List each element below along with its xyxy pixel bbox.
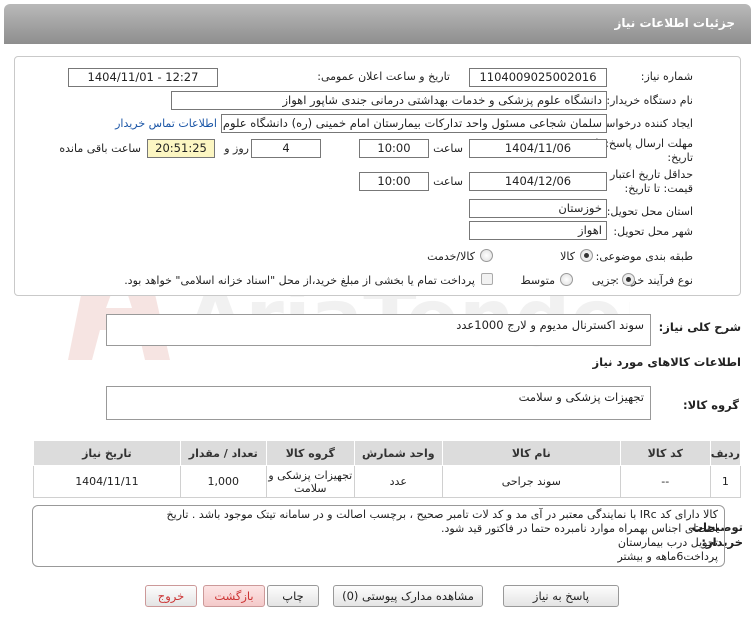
buyer-contact-link[interactable]: اطلاعات تماس خریدار (115, 117, 217, 130)
back-button[interactable]: بازگشت (203, 585, 265, 607)
treasury-payment-checkbox[interactable] (481, 273, 493, 285)
buyer-notes-line: پرداخت6ماهه و بیشتر (617, 550, 718, 563)
cell-need-date: 1404/11/11 (33, 465, 181, 498)
table-row[interactable]: 1 -- سوند جراحی عدد تجهیزات پزشکی و سلام… (33, 465, 742, 498)
category-label: طبقه بندی موضوعی: (595, 250, 693, 263)
buyer-notes-field[interactable]: کالا دارای کد IRc با نمایندگی معتبر در آ… (32, 505, 725, 567)
cell-item-group: تجهیزات پزشکی و سلامت (265, 465, 355, 498)
validity-date-field[interactable]: 1404/12/06 (469, 172, 607, 191)
goods-table-header: ردیف کد کالا نام کالا واحد شمارش گروه کا… (33, 440, 742, 466)
buyer-notes-line: انقضای اجناس بهمراه موارد نامبرده حتما د… (440, 522, 718, 535)
time-remaining-field: 20:51:25 (147, 139, 215, 158)
time-remaining-label: ساعت باقی مانده (59, 142, 141, 155)
need-number-field[interactable]: 1104009025002016 (469, 68, 607, 87)
col-quantity: تعداد / مقدار (179, 440, 267, 466)
deadline-time-label: ساعت (433, 142, 463, 155)
category-option-goods: کالا (560, 250, 575, 263)
days-label: روز و (224, 142, 249, 155)
title-bar: جزئیات اطلاعات نیاز (4, 4, 751, 44)
goods-group-label: گروه کالا: (683, 398, 739, 412)
category-option-goods-service: کالا/خدمت (427, 250, 475, 263)
deadline-date-field[interactable]: 1404/11/06 (469, 139, 607, 158)
summary-field[interactable]: سوند اکسترنال مدیوم و لارج 1000عدد (106, 314, 651, 346)
city-label: شهر محل تحویل: (613, 225, 693, 238)
col-need-date: تاریخ نیاز (33, 440, 181, 466)
days-remaining-field[interactable]: 4 (251, 139, 321, 158)
buyer-name-label: نام دستگاه خریدار: (606, 94, 693, 107)
buyer-notes-line: کالا دارای کد IRc با نمایندگی معتبر در آ… (166, 508, 718, 521)
province-label: استان محل تحویل: (606, 205, 693, 218)
process-option-medium: متوسط (520, 274, 555, 287)
process-radio-minor[interactable] (622, 273, 635, 286)
buyer-notes-line: تحویل درب بیمارستان (617, 536, 718, 549)
validity-time-label: ساعت (433, 175, 463, 188)
cell-unit: عدد (353, 465, 443, 498)
col-unit: واحد شمارش (353, 440, 443, 466)
reply-to-need-button[interactable]: پاسخ به نیاز (503, 585, 619, 607)
process-radio-medium[interactable] (560, 273, 573, 286)
cell-quantity: 1,000 (179, 465, 267, 498)
need-number-label: شماره نیاز: (640, 70, 693, 83)
deadline-time-field[interactable]: 10:00 (359, 139, 429, 158)
deadline-label-date: تاریخ: (667, 151, 693, 164)
deadline-label: مهلت ارسال پاسخ: تا (595, 137, 693, 150)
summary-label: شرح کلی نیاز: (658, 320, 741, 334)
validity-time-field[interactable]: 10:00 (359, 172, 429, 191)
announce-date-field[interactable]: 1404/11/01 - 12:27 (68, 68, 218, 87)
col-item-group: گروه کالا (265, 440, 355, 466)
process-option-minor: جزیی (591, 274, 617, 287)
col-item-name: نام کالا (441, 440, 621, 466)
validity-label-date: قیمت: تا تاریخ: (624, 182, 693, 195)
city-field[interactable]: اهواز (469, 221, 607, 240)
requester-field[interactable]: سلمان شجاعی مسئول واحد تدارکات بیمارستان… (221, 114, 607, 133)
goods-table: ردیف کد کالا نام کالا واحد شمارش گروه کا… (33, 440, 742, 498)
goods-section-title: اطلاعات کالاهای مورد نیاز (592, 355, 741, 369)
category-radio-goods-service[interactable] (480, 249, 493, 262)
cell-item-code: -- (619, 465, 711, 498)
province-field[interactable]: خوزستان (469, 199, 607, 218)
exit-button[interactable]: خروج (145, 585, 197, 607)
cell-item-name: سوند جراحی (441, 465, 621, 498)
col-row-number: ردیف (709, 440, 742, 466)
validity-label: حداقل تاریخ اعتبار (609, 168, 693, 181)
category-radio-goods[interactable] (580, 249, 593, 262)
announce-date-label: تاریخ و ساعت اعلان عمومی: (317, 70, 450, 83)
page-title: جزئیات اطلاعات نیاز (614, 16, 735, 30)
goods-group-field[interactable]: تجهیزات پزشکی و سلامت (106, 386, 651, 420)
treasury-payment-note: پرداخت تمام یا بخشی از مبلغ خرید،از محل … (124, 274, 475, 287)
buyer-name-field[interactable]: دانشگاه علوم پزشکی و خدمات بهداشتی درمان… (171, 91, 607, 110)
cell-row-number: 1 (709, 465, 742, 498)
col-item-code: کد کالا (619, 440, 711, 466)
print-button[interactable]: چاپ (267, 585, 319, 607)
view-attachments-button[interactable]: مشاهده مدارک پیوستی (0) (333, 585, 483, 607)
